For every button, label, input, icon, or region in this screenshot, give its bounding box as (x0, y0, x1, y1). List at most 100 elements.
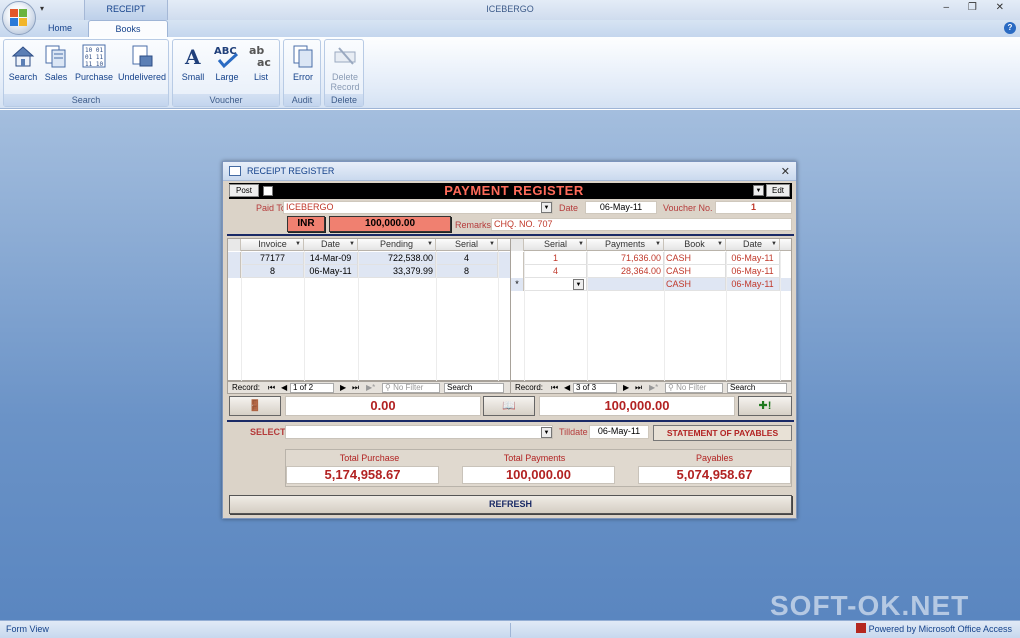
statement-of-payables-button[interactable]: STATEMENT OF PAYABLES (653, 425, 792, 441)
first-record-icon[interactable]: ⏮ (551, 382, 558, 393)
date-cell[interactable]: 06-May-11 (726, 252, 780, 265)
row-selector[interactable] (511, 252, 524, 265)
payments-cell[interactable]: 71,636.00 (587, 252, 664, 265)
undelivered-button[interactable]: Undelivered (116, 42, 168, 82)
date-cell[interactable]: 14-Mar-09 (304, 252, 358, 265)
date-field[interactable]: 06-May-11 (585, 201, 657, 214)
tilldate-field[interactable]: 06-May-11 (589, 425, 649, 439)
record-position[interactable]: 3 of 3 (573, 383, 617, 393)
previous-record-icon[interactable]: ◀ (281, 382, 287, 393)
column-header-pending[interactable]: Pending ▼ (358, 239, 436, 251)
currency-button[interactable]: INR (287, 216, 325, 232)
column-header-serial-label: Serial (543, 239, 567, 249)
sales-button[interactable]: Sales (42, 42, 70, 82)
grid-select-all[interactable] (511, 239, 524, 251)
row-selector[interactable] (511, 265, 524, 278)
column-header-book[interactable]: Book ▼ (664, 239, 726, 251)
quick-access-arrow-icon[interactable]: ▾ (40, 4, 44, 13)
serial-cell[interactable]: 8 (436, 265, 498, 278)
divider (227, 420, 794, 422)
new-record-icon[interactable]: ▶* (649, 382, 658, 393)
row-selector[interactable] (228, 265, 241, 278)
column-header-serial[interactable]: Serial ▼ (525, 239, 587, 251)
status-powered-by: Powered by Microsoft Office Access (855, 621, 1012, 638)
date-label: Date (559, 203, 579, 213)
last-record-icon[interactable]: ⏭ (635, 382, 642, 393)
date-cell[interactable]: 06-May-11 (726, 278, 780, 291)
pending-cell[interactable]: 33,379.99 (358, 265, 436, 278)
column-header-book-label: Book (684, 239, 705, 249)
serial-cell[interactable]: ▼ (525, 278, 587, 291)
last-record-icon[interactable]: ⏭ (352, 382, 359, 393)
payments-grid: Serial ▼ Payments ▼ Book ▼ Date ▼ 1 71,636.0… (510, 238, 792, 381)
chevron-down-icon[interactable]: ▼ (753, 185, 764, 196)
context-tab-receipt-register[interactable]: RECEIPT REGISTER (84, 0, 168, 32)
previous-record-icon[interactable]: ◀ (564, 382, 570, 393)
ribbon-group-search: Search Sales 10 01 01 11 11 10 Purchase (3, 39, 169, 107)
amount-field[interactable]: 100,000.00 (329, 216, 451, 232)
next-record-icon[interactable]: ▶ (623, 382, 629, 393)
paid-to-field[interactable]: ICEBERGO (283, 201, 553, 214)
chevron-down-icon[interactable]: ▼ (541, 427, 552, 438)
purchase-button[interactable]: 10 01 01 11 11 10 Purchase (74, 42, 114, 82)
error-button[interactable]: Error (287, 42, 319, 82)
delete-record-button[interactable]: Delete Record (328, 42, 362, 92)
list-button[interactable]: ab ac List (245, 42, 277, 82)
column-header-payments[interactable]: Payments ▼ (587, 239, 664, 251)
grid-select-all[interactable] (228, 239, 241, 251)
no-filter-button[interactable]: ⚲ No Filter (665, 383, 723, 393)
table-row[interactable]: 8 06-May-11 33,379.99 8 (228, 265, 510, 278)
voucher-no-field[interactable]: 1 (715, 201, 792, 214)
payments-cell[interactable] (587, 278, 664, 291)
book-cell[interactable]: CASH (664, 265, 726, 278)
invoice-cell[interactable]: 77177 (242, 252, 304, 265)
refresh-button[interactable]: REFRESH (229, 495, 792, 514)
date-cell[interactable]: 06-May-11 (726, 265, 780, 278)
column-header-date[interactable]: Date ▼ (304, 239, 358, 251)
search-input[interactable]: Search (444, 383, 504, 393)
tab-home[interactable]: Home (42, 20, 78, 37)
help-icon[interactable]: ? (1004, 22, 1016, 34)
book-cell[interactable]: CASH (664, 252, 726, 265)
large-button[interactable]: ABC Large (211, 42, 243, 82)
date-cell[interactable]: 06-May-11 (304, 265, 358, 278)
chevron-down-icon[interactable]: ▼ (573, 279, 584, 290)
book-button[interactable]: 📖 (483, 396, 535, 416)
row-selector[interactable] (228, 252, 241, 265)
new-record-icon[interactable]: ▶* (366, 382, 375, 393)
tab-books[interactable]: Books (88, 20, 168, 37)
search-button[interactable]: Search (8, 42, 38, 82)
serial-cell[interactable]: 4 (436, 252, 498, 265)
no-filter-button[interactable]: ⚲ No Filter (382, 383, 440, 393)
table-row[interactable]: 1 71,636.00 CASH 06-May-11 (511, 252, 791, 265)
post-checkbox[interactable] (263, 186, 273, 196)
remarks-field[interactable]: CHQ. NO. 707 (491, 218, 792, 231)
office-button[interactable] (2, 1, 36, 35)
book-cell[interactable]: CASH (664, 278, 726, 291)
serial-cell[interactable]: 1 (525, 252, 587, 265)
next-record-icon[interactable]: ▶ (340, 382, 346, 393)
edit-button[interactable]: Edt (766, 184, 790, 197)
select-combo[interactable]: ▼ (285, 425, 553, 439)
column-header-serial[interactable]: Serial ▼ (436, 239, 498, 251)
exit-door-button[interactable]: 🚪 (229, 396, 281, 416)
first-record-icon[interactable]: ⏮ (268, 382, 275, 393)
new-record-row[interactable]: * ▼ CASH 06-May-11 (511, 278, 791, 291)
serial-cell[interactable]: 4 (525, 265, 587, 278)
add-button[interactable]: ✚! (738, 396, 792, 416)
payments-cell[interactable]: 28,364.00 (587, 265, 664, 278)
table-row[interactable]: 4 28,364.00 CASH 06-May-11 (511, 265, 791, 278)
totals-panel: Total Purchase 5,174,958.67 Total Paymen… (285, 449, 792, 487)
search-input[interactable]: Search (727, 383, 787, 393)
pending-cell[interactable]: 722,538.00 (358, 252, 436, 265)
table-row[interactable]: 77177 14-Mar-09 722,538.00 4 (228, 252, 510, 265)
invoice-cell[interactable]: 8 (242, 265, 304, 278)
post-button[interactable]: Post (229, 184, 259, 197)
window-controls[interactable]: – ❐ ✕ (944, 2, 1012, 13)
small-button[interactable]: A Small (177, 42, 209, 82)
close-icon[interactable]: ✕ (781, 165, 790, 178)
column-header-date[interactable]: Date ▼ (726, 239, 780, 251)
column-header-invoice[interactable]: Invoice ▼ (242, 239, 304, 251)
record-position[interactable]: 1 of 2 (290, 383, 334, 393)
chevron-down-icon[interactable]: ▼ (541, 202, 552, 213)
